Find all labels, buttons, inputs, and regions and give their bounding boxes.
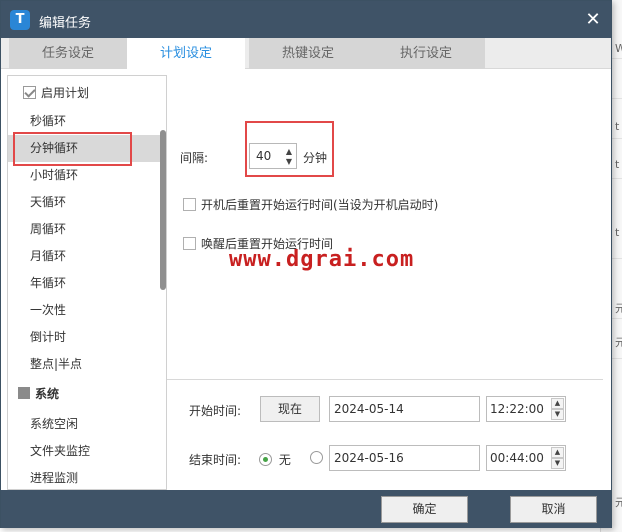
bg-edge-text: W bbox=[615, 42, 622, 55]
plan-settings-panel: 间隔: 40 ▲ ▼ 分钟 开机后重置开始运行时间(当设为开机启动时) 唤醒后重… bbox=[167, 75, 603, 490]
time-up-icon[interactable]: ▲ bbox=[551, 447, 564, 458]
now-button[interactable]: 现在 bbox=[260, 396, 320, 422]
tab-hotkey-settings[interactable]: 热键设定 bbox=[249, 38, 367, 69]
bg-edge-text: t bbox=[615, 226, 620, 239]
radio-selected-icon[interactable] bbox=[259, 453, 272, 466]
group-header-label: 系统 bbox=[35, 387, 60, 401]
list-item-hour-loop[interactable]: 小时循环 bbox=[8, 162, 160, 189]
dialog-footer: 确定 取消 bbox=[1, 490, 611, 528]
stepper-up-icon[interactable]: ▲ bbox=[285, 148, 293, 156]
start-time-label: 开始时间: bbox=[189, 404, 242, 418]
tab-execution-settings[interactable]: 执行设定 bbox=[367, 38, 485, 69]
checkbox-empty-icon[interactable] bbox=[183, 198, 196, 211]
time-down-icon[interactable]: ▼ bbox=[551, 458, 564, 469]
interval-stepper[interactable]: 40 ▲ ▼ bbox=[249, 143, 297, 169]
start-date-input[interactable]: 2024-05-14 bbox=[329, 396, 480, 422]
checkbox-checked-icon[interactable] bbox=[23, 86, 36, 99]
close-button[interactable]: ✕ bbox=[583, 10, 603, 30]
enable-plan-checkbox[interactable]: 启用计划 bbox=[23, 85, 89, 101]
checkbox-empty-icon[interactable] bbox=[183, 237, 196, 250]
time-down-icon[interactable]: ▼ bbox=[551, 409, 564, 420]
enable-plan-label: 启用计划 bbox=[41, 86, 90, 100]
time-up-icon[interactable]: ▲ bbox=[551, 398, 564, 409]
interval-value: 40 bbox=[256, 149, 272, 163]
tab-task-settings[interactable]: 任务设定 bbox=[9, 38, 127, 69]
watermark-text: www.dgrai.com bbox=[229, 247, 415, 272]
end-date-input[interactable]: 2024-05-16 bbox=[329, 445, 480, 471]
edit-task-dialog: T 编辑任务 ✕ 任务设定 计划设定 热键设定 执行设定 启用计划 秒循环 分钟… bbox=[0, 0, 612, 528]
list-item-week-loop[interactable]: 周循环 bbox=[8, 216, 160, 243]
radio-empty-icon[interactable] bbox=[310, 451, 323, 464]
tab-plan-settings[interactable]: 计划设定 bbox=[127, 38, 245, 70]
group-header-system[interactable]: 系统 bbox=[18, 385, 59, 403]
interval-label: 间隔: bbox=[180, 151, 209, 165]
reset-on-boot-option[interactable]: 开机后重置开始运行时间(当设为开机启动时) bbox=[183, 197, 438, 213]
start-time-value: 12:22:00 bbox=[490, 402, 544, 416]
list-item-month-loop[interactable]: 月循环 bbox=[8, 243, 160, 270]
list-item-process-monitor[interactable]: 进程监测 bbox=[8, 465, 160, 489]
app-logo-icon: T bbox=[10, 10, 30, 30]
end-time-input[interactable]: 00:44:00 ▲ ▼ bbox=[486, 445, 566, 471]
list-item-day-loop[interactable]: 天循环 bbox=[8, 189, 160, 216]
end-time-label: 结束时间: bbox=[189, 453, 242, 467]
section-divider bbox=[167, 379, 603, 380]
highlight-box-minute-loop bbox=[13, 132, 132, 166]
list-item-on-the-hour[interactable]: 整点|半点 bbox=[8, 351, 160, 378]
collapse-square-icon bbox=[18, 387, 30, 399]
sidebar-scrollbar-thumb[interactable] bbox=[160, 130, 166, 290]
ok-button[interactable]: 确定 bbox=[381, 496, 468, 523]
list-item-one-time[interactable]: 一次性 bbox=[8, 297, 160, 324]
bg-edge-text: 元 bbox=[615, 496, 622, 509]
start-time-input[interactable]: 12:22:00 ▲ ▼ bbox=[486, 396, 566, 422]
window-title: 编辑任务 bbox=[39, 16, 92, 31]
end-time-value: 00:44:00 bbox=[490, 451, 544, 465]
tab-bar: 任务设定 计划设定 热键设定 执行设定 bbox=[1, 38, 611, 70]
bg-edge-text: 元 bbox=[615, 336, 622, 349]
bg-edge-text: t bbox=[615, 158, 620, 171]
stepper-down-icon[interactable]: ▼ bbox=[285, 158, 293, 166]
bg-edge-text: t bbox=[615, 120, 620, 133]
list-item-folder-monitor[interactable]: 文件夹监控 bbox=[8, 438, 160, 465]
list-item-countdown[interactable]: 倒计时 bbox=[8, 324, 160, 351]
list-item-system-idle[interactable]: 系统空闲 bbox=[8, 411, 160, 438]
list-item-year-loop[interactable]: 年循环 bbox=[8, 270, 160, 297]
cancel-button[interactable]: 取消 bbox=[510, 496, 597, 523]
end-date-radio[interactable] bbox=[310, 451, 323, 465]
end-none-radio[interactable]: 无 bbox=[259, 451, 291, 468]
titlebar: T 编辑任务 ✕ bbox=[1, 1, 611, 38]
end-none-label: 无 bbox=[278, 453, 291, 467]
interval-unit: 分钟 bbox=[303, 151, 328, 165]
list-item-second-loop[interactable]: 秒循环 bbox=[8, 108, 160, 135]
reset-on-boot-label: 开机后重置开始运行时间(当设为开机启动时) bbox=[201, 198, 439, 212]
bg-edge-text: 元 bbox=[615, 302, 622, 315]
